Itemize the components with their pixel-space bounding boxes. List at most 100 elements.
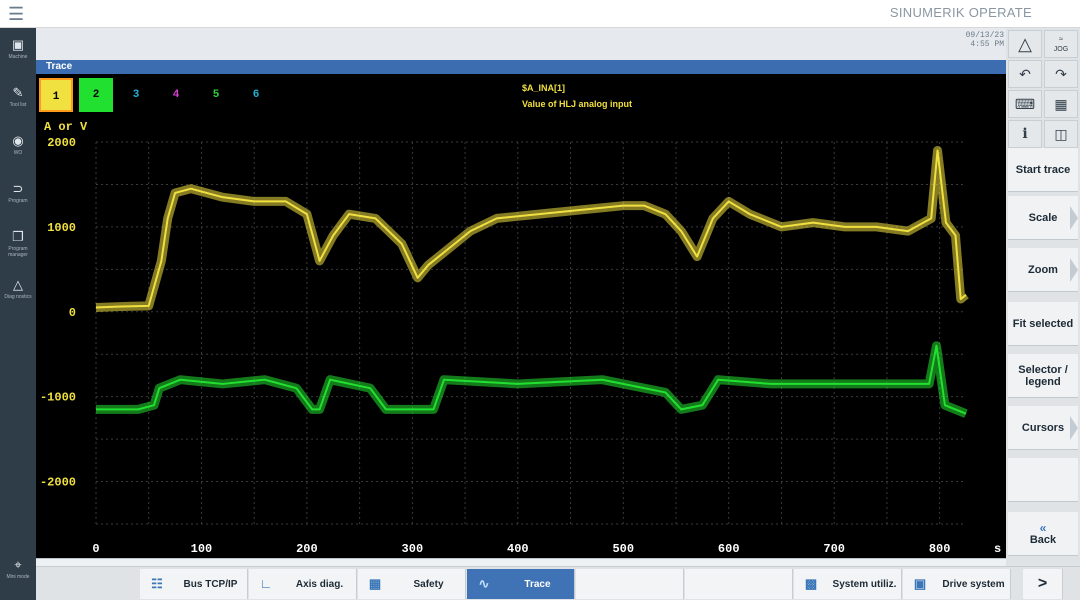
jog-icon: ≈	[1059, 36, 1063, 43]
nav-work-offset[interactable]: ◉ WO	[0, 128, 36, 176]
nav-diagnostics[interactable]: △ Diag nostics	[0, 272, 36, 320]
nav-machine-label: Machine	[8, 54, 28, 60]
main-area: 09/13/23 4:55 PM Trace 1 2 3 4 5 6 $A_IN…	[36, 28, 1006, 568]
bus-tcpip-label: Bus TCP/IP	[183, 578, 238, 590]
jog-label: JOG	[1053, 46, 1069, 53]
safety-button[interactable]: ▦ Safety	[358, 569, 466, 599]
info-icon[interactable]: i	[1008, 120, 1042, 148]
trace-icon: ∿	[478, 576, 490, 591]
y-axis-label: A or V	[44, 120, 88, 134]
minimode-icon: ⌖	[14, 557, 22, 572]
x-tick-label: 200	[296, 542, 318, 556]
axis-diag-button[interactable]: ∟ Axis diag.	[249, 569, 357, 599]
axis-diag-icon: ∟	[259, 576, 273, 591]
safety-label: Safety	[413, 578, 444, 590]
nav-tool-list-label: Tool list	[9, 102, 27, 108]
window-title: Trace	[46, 61, 73, 72]
vertical-softkey-bar: △ ≈ JOG ↶ ↷ ⌨ ▦ i ◫ Start trace Scale Zo…	[1006, 28, 1080, 600]
left-navigation: ▣ Machine ✎ Tool list ◉ WO ⊃ Program ❐ P…	[0, 28, 36, 600]
cursors-label: Cursors	[1021, 421, 1065, 434]
empty-softkey-1[interactable]	[576, 569, 684, 599]
jog-mode-button[interactable]: ≈ JOG	[1044, 30, 1078, 58]
start-trace-label: Start trace	[1015, 163, 1071, 176]
system-utilization-label: System utiliz.	[832, 578, 897, 590]
hamburger-icon[interactable]: ☰	[8, 5, 28, 23]
x-tick-label: 300	[402, 542, 424, 556]
scale-arrow-icon	[1070, 206, 1078, 230]
cursors-button[interactable]: Cursors	[1008, 406, 1078, 450]
empty-softkey[interactable]	[1008, 458, 1078, 502]
fit-selected-label: Fit selected	[1012, 317, 1074, 330]
selector-legend-label: Selector / legend	[1018, 363, 1068, 388]
trace-tab-label: Trace	[524, 578, 551, 590]
x-tick-label: 500	[612, 542, 634, 556]
y-tick-label: -1000	[40, 391, 76, 405]
diagnostics-icon: △	[13, 277, 23, 292]
selector-legend-button[interactable]: Selector / legend	[1008, 354, 1078, 398]
scale-label: Scale	[1028, 211, 1058, 224]
x-tick-label: 0	[92, 542, 99, 556]
next-page-button[interactable]: >	[1023, 569, 1063, 599]
horizontal-softkey-bar: ☷ Bus TCP/IP ∟ Axis diag. ▦ Safety ∿ Trace ▩…	[36, 566, 1080, 600]
nav-program-manager-label: Program manager	[8, 246, 28, 258]
keyboard-icon[interactable]: ⌨	[1008, 90, 1042, 118]
nav-tool-list[interactable]: ✎ Tool list	[0, 80, 36, 128]
x-tick-label: 100	[191, 542, 213, 556]
trace-plot-area[interactable]: 1 2 3 4 5 6 $A_INA[1] Value of HLJ analo…	[36, 74, 1006, 558]
camera-icon[interactable]: ◫	[1044, 120, 1078, 148]
start-trace-button[interactable]: Start trace	[1008, 148, 1078, 192]
back-label: Back	[1029, 533, 1057, 546]
drive-system-button[interactable]: ▣ Drive system	[903, 569, 1011, 599]
back-button[interactable]: « Back	[1008, 512, 1078, 556]
datetime: 09/13/23 4:55 PM	[966, 31, 1004, 49]
nav-machine[interactable]: ▣ Machine	[0, 32, 36, 80]
nav-program[interactable]: ⊃ Program	[0, 176, 36, 224]
undo-icon[interactable]: ↶	[1008, 60, 1042, 88]
nav-minimode[interactable]: ⌖ Mini mode	[0, 552, 36, 600]
date-label: 09/13/23	[965, 31, 1004, 40]
y-tick-label: -2000	[40, 476, 76, 490]
redo-icon[interactable]: ↷	[1044, 60, 1078, 88]
system-utilization-button[interactable]: ▩ System utiliz.	[794, 569, 902, 599]
nav-minimode-label: Mini mode	[6, 574, 30, 580]
back-icon: «	[1039, 520, 1047, 535]
bus-icon: ☷	[151, 576, 163, 591]
x-tick-label: 700	[823, 542, 845, 556]
drive-system-label: Drive system	[942, 578, 1005, 590]
nav-program-label: Program	[8, 198, 28, 204]
top-icon-grid: △ ≈ JOG ↶ ↷ ⌨ ▦ i ◫	[1008, 28, 1078, 148]
y-tick-label: 1000	[47, 221, 76, 235]
calculator-icon[interactable]: ▦	[1044, 90, 1078, 118]
alarm-triangle-icon[interactable]: △	[1008, 30, 1042, 58]
safety-icon: ▦	[368, 576, 382, 591]
nav-diagnostics-label: Diag nostics	[4, 294, 32, 300]
x-axis-unit: s	[994, 542, 1001, 556]
y-tick-label: 2000	[47, 136, 76, 150]
zoom-button[interactable]: Zoom	[1008, 248, 1078, 292]
system-util-icon: ▩	[804, 576, 818, 591]
brand-label: SINUMERIK OPERATE	[889, 5, 1032, 20]
machine-icon: ▣	[11, 37, 25, 52]
zoom-label: Zoom	[1028, 263, 1058, 276]
bus-tcpip-button[interactable]: ☷ Bus TCP/IP	[140, 569, 248, 599]
tool-list-icon: ✎	[12, 85, 24, 100]
axis-diag-label: Axis diag.	[295, 578, 344, 590]
nav-program-manager[interactable]: ❐ Program manager	[0, 224, 36, 272]
next-page-label: >	[1037, 575, 1048, 592]
scale-button[interactable]: Scale	[1008, 196, 1078, 240]
empty-softkey-2[interactable]	[685, 569, 793, 599]
series-2-band	[96, 341, 968, 418]
time-label: 4:55 PM	[970, 40, 1004, 49]
trace-chart: A or V 2000 1000 0 -1000 -2000 0 100 200 300 400 50…	[40, 120, 1001, 556]
series-1-band	[95, 145, 969, 313]
y-tick-label: 0	[69, 306, 76, 320]
fit-selected-button[interactable]: Fit selected	[1008, 302, 1078, 346]
x-tick-label: 400	[507, 542, 529, 556]
drive-system-icon: ▣	[913, 576, 927, 591]
x-tick-label: 600	[718, 542, 740, 556]
zoom-arrow-icon	[1070, 258, 1078, 282]
status-bar: 09/13/23 4:55 PM	[36, 28, 1006, 60]
work-offset-icon: ◉	[12, 133, 24, 148]
trace-tab-button[interactable]: ∿ Trace	[467, 569, 575, 599]
x-tick-label: 800	[929, 542, 951, 556]
